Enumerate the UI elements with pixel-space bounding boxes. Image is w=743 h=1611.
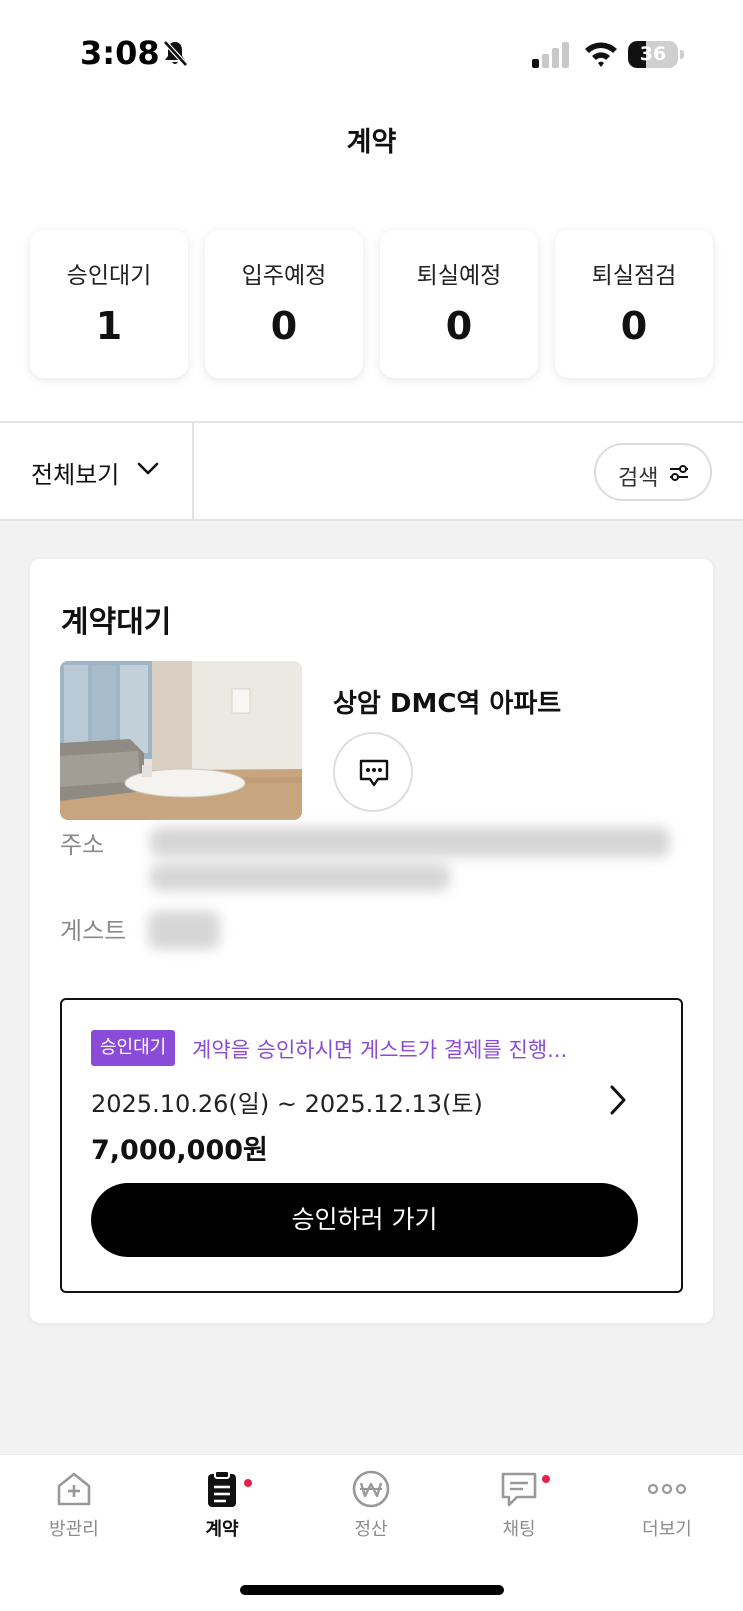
top-panel: 3:08 36 계약 승인대기 1 입주예정 0 퇴실예정 0 퇴실점검 0 xyxy=(0,0,743,421)
status-badge: 승인대기 xyxy=(91,1030,176,1066)
view-all-label: 전체보기 xyxy=(31,461,120,489)
search-filter-button[interactable]: 검색 xyxy=(594,443,712,501)
contract-price: 7,000,000원 xyxy=(91,1135,268,1166)
stat-label: 승인대기 xyxy=(66,263,152,289)
stat-count: 0 xyxy=(445,304,473,348)
contract-notification-dot xyxy=(244,1479,252,1487)
tab-more[interactable]: 더보기 xyxy=(607,1469,727,1559)
tab-label: 방관리 xyxy=(49,1519,99,1540)
tab-room-management[interactable]: 방관리 xyxy=(14,1469,134,1559)
home-indicator xyxy=(240,1585,504,1595)
chat-icon xyxy=(501,1472,537,1507)
house-plus-icon xyxy=(57,1472,91,1506)
stay-dates: 2025.10.26(일) ~ 2025.12.13(토) xyxy=(91,1090,483,1118)
tab-label: 채팅 xyxy=(502,1519,536,1540)
stat-label: 퇴실예정 xyxy=(416,263,502,289)
stat-count: 0 xyxy=(270,304,298,348)
approve-button[interactable]: 승인하러 가기 xyxy=(91,1183,638,1257)
section-title: 계약대기 xyxy=(61,605,172,640)
tab-contract[interactable]: 계약 xyxy=(162,1469,282,1559)
approval-notice: 계약을 승인하시면 게스트가 결제를 진행... xyxy=(192,1038,568,1062)
filter-sliders-icon xyxy=(670,465,688,481)
guest-name-redacted xyxy=(148,911,220,949)
chevron-down-icon xyxy=(137,462,159,475)
clipboard-icon xyxy=(208,1470,236,1507)
chat-button[interactable] xyxy=(333,732,413,812)
stat-count: 0 xyxy=(620,304,648,348)
bottom-tab-bar: 방관리 계약 정산 채팅 더보기 xyxy=(0,1454,743,1611)
cellular-signal-icon xyxy=(532,42,572,68)
address-label: 주소 xyxy=(60,831,105,859)
page-title: 계약 xyxy=(346,127,397,158)
won-icon xyxy=(352,1470,390,1508)
stat-move-in-scheduled[interactable]: 입주예정 0 xyxy=(205,230,363,378)
tab-label: 더보기 xyxy=(642,1519,692,1540)
chat-notification-dot xyxy=(542,1475,550,1483)
wifi-icon xyxy=(584,40,618,68)
view-all-dropdown[interactable]: 전체보기 xyxy=(0,423,194,519)
contract-card[interactable]: 계약대기 상암 DMC역 아파트 주소 게스트 승인대기 계약을 승인하시면 게… xyxy=(30,559,713,1323)
stat-pending-approval[interactable]: 승인대기 1 xyxy=(30,230,188,378)
battery-icon: 36 xyxy=(628,41,684,68)
property-name[interactable]: 상암 DMC역 아파트 xyxy=(333,683,561,720)
chat-bubble-icon xyxy=(359,759,389,787)
address-redacted xyxy=(150,827,670,857)
status-time: 3:08 xyxy=(80,34,160,72)
chevron-right-icon[interactable] xyxy=(608,1084,628,1116)
more-icon xyxy=(647,1483,687,1495)
guest-label: 게스트 xyxy=(60,917,127,945)
stat-count: 1 xyxy=(95,304,123,348)
property-photo xyxy=(60,661,302,820)
tab-label: 계약 xyxy=(205,1519,239,1540)
stat-move-out-inspection[interactable]: 퇴실점검 0 xyxy=(555,230,713,378)
status-bar: 3:08 36 xyxy=(0,0,743,110)
search-label: 검색 xyxy=(618,466,659,491)
tab-settlement[interactable]: 정산 xyxy=(311,1469,431,1559)
approval-box[interactable]: 승인대기 계약을 승인하시면 게스트가 결제를 진행... 2025.10.26… xyxy=(60,998,683,1293)
filter-bar: 전체보기 검색 xyxy=(0,421,743,521)
stat-label: 퇴실점검 xyxy=(591,263,677,289)
tab-chatting[interactable]: 채팅 xyxy=(459,1469,579,1559)
stat-label: 입주예정 xyxy=(241,263,327,289)
tab-label: 정산 xyxy=(354,1519,388,1540)
status-summary: 승인대기 1 입주예정 0 퇴실예정 0 퇴실점검 0 xyxy=(30,230,713,378)
stat-move-out-scheduled[interactable]: 퇴실예정 0 xyxy=(380,230,538,378)
silent-bell-icon xyxy=(160,38,190,68)
address-redacted xyxy=(150,863,450,891)
battery-level: 36 xyxy=(639,43,667,65)
